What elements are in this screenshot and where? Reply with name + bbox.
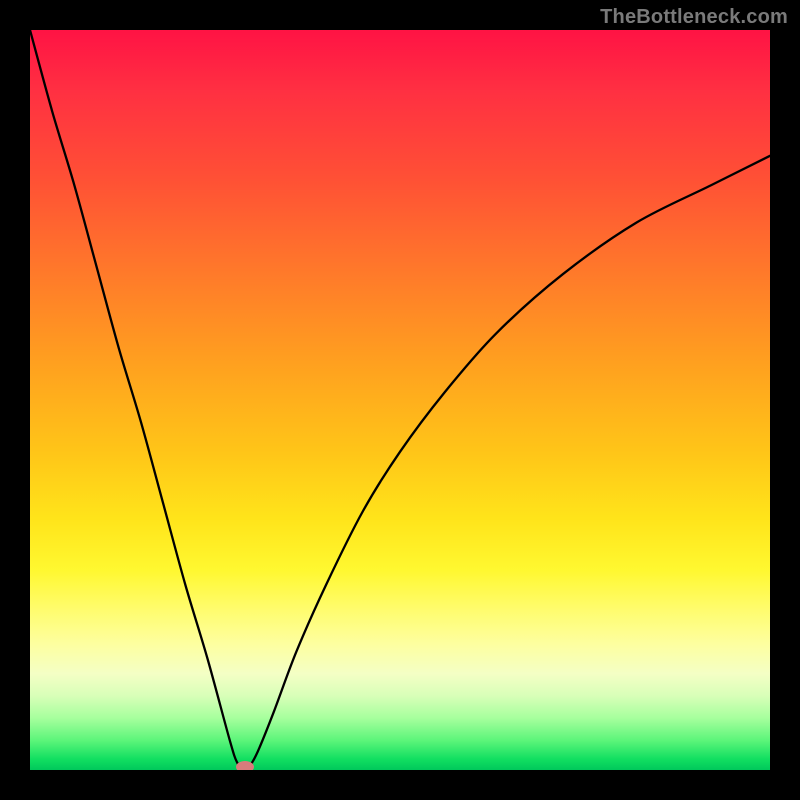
- bottleneck-curve: [30, 30, 770, 770]
- watermark-text: TheBottleneck.com: [600, 6, 788, 29]
- plot-area: [30, 30, 770, 770]
- curve-svg: [30, 30, 770, 770]
- chart-frame: TheBottleneck.com: [0, 0, 800, 800]
- minimum-marker: [236, 761, 254, 770]
